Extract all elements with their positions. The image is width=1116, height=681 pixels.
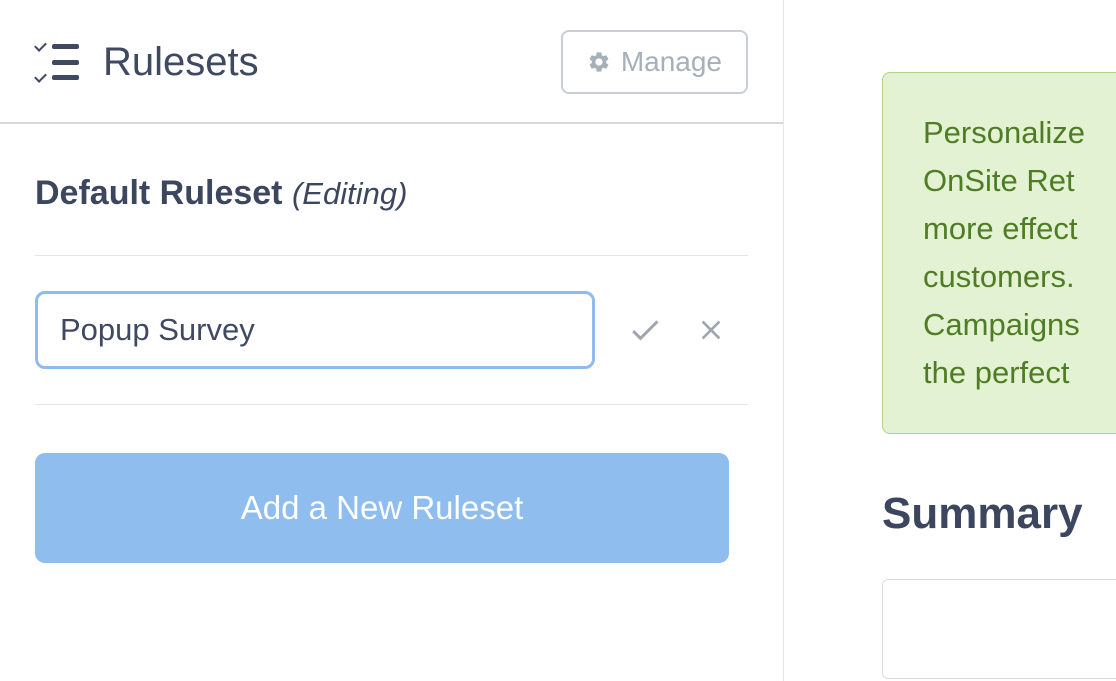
header-left: Rulesets (35, 40, 259, 85)
info-line: the perfect (923, 349, 1116, 397)
rulesets-panel: Rulesets Manage Default Ruleset (Editing… (0, 0, 784, 681)
divider (35, 255, 748, 256)
ruleset-status: (Editing) (292, 176, 407, 211)
info-line: customers. (923, 253, 1116, 301)
info-line: OnSite Ret (923, 157, 1116, 205)
ruleset-input-row (35, 291, 748, 369)
panel-header: Rulesets Manage (0, 0, 783, 124)
summary-box (882, 579, 1116, 679)
ruleset-name-input[interactable] (35, 291, 595, 369)
manage-label: Manage (621, 46, 722, 78)
panel-title: Rulesets (103, 40, 259, 85)
manage-button[interactable]: Manage (561, 30, 748, 94)
ruleset-title: Default Ruleset (Editing) (35, 174, 748, 213)
info-line: Personalize (923, 109, 1116, 157)
content-area: Default Ruleset (Editing) Add a New Rule… (0, 124, 783, 563)
divider (35, 404, 748, 405)
check-icon[interactable] (627, 312, 663, 348)
summary-heading: Summary (882, 489, 1116, 539)
close-icon[interactable] (695, 314, 727, 346)
gear-icon (587, 50, 611, 74)
rulesets-list-icon (35, 42, 81, 82)
info-box: Personalize OnSite Ret more effect custo… (882, 72, 1116, 434)
info-line: more effect (923, 205, 1116, 253)
ruleset-name: Default Ruleset (35, 174, 283, 212)
info-line: Campaigns (923, 301, 1116, 349)
right-panel: Personalize OnSite Ret more effect custo… (882, 0, 1116, 681)
add-new-ruleset-button[interactable]: Add a New Ruleset (35, 453, 729, 563)
